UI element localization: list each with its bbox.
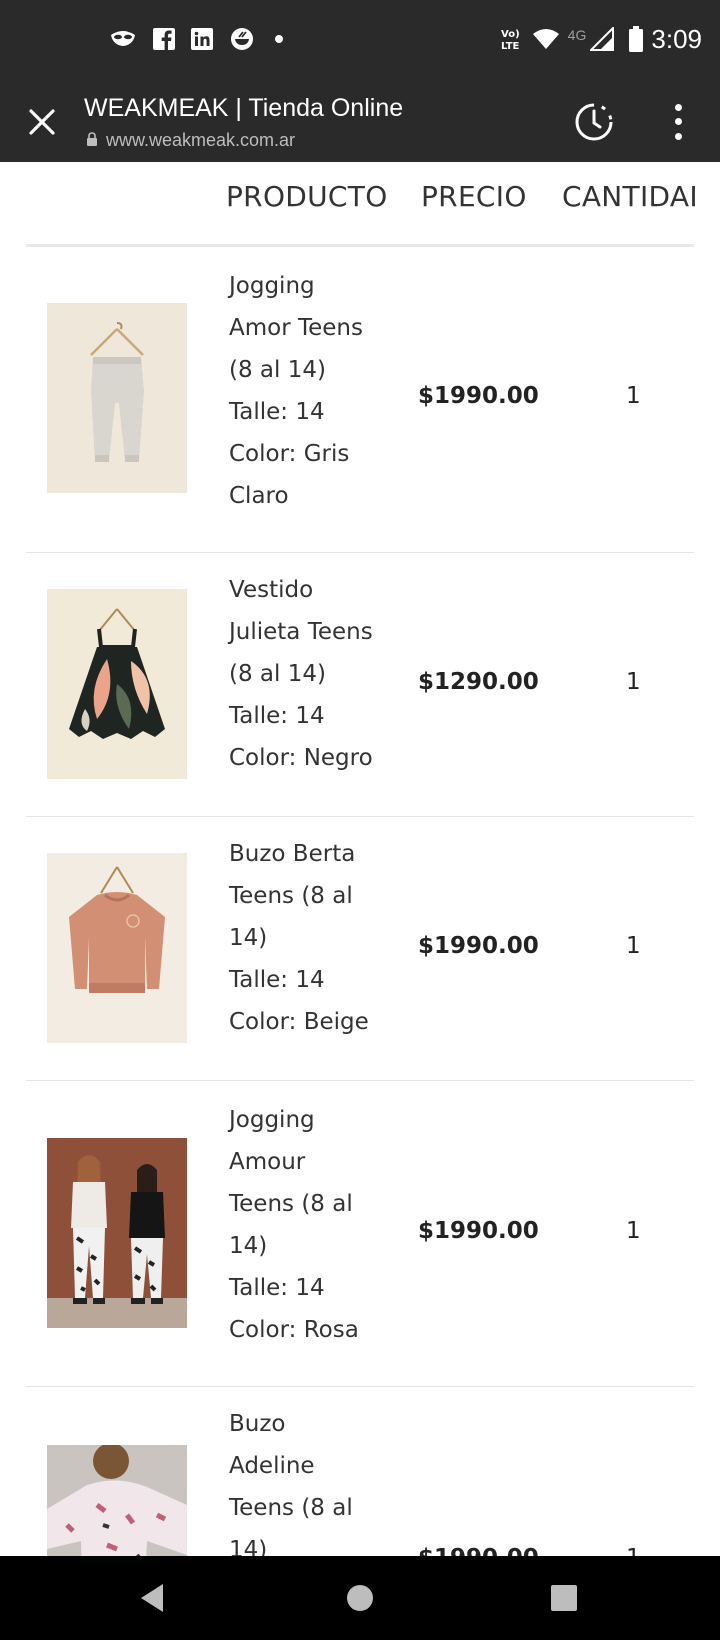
- desc-line: Color: Negro: [229, 745, 373, 771]
- item-price: $1990.00: [418, 383, 539, 409]
- header-product: PRODUCTO: [226, 180, 388, 213]
- desc-line: Jogging: [229, 273, 315, 299]
- close-icon[interactable]: [22, 102, 62, 142]
- desc-line: Julieta Teens: [229, 619, 373, 645]
- back-icon[interactable]: [130, 1576, 174, 1620]
- desc-line: 14): [229, 1233, 268, 1259]
- linkedin-icon: [190, 26, 214, 52]
- volte-icon: Vo) LTE: [497, 26, 525, 52]
- cart-row: Buzo Adeline Teens (8 al 14) $1990.00 1: [0, 1387, 720, 1556]
- item-quantity[interactable]: 1: [626, 383, 641, 409]
- product-image-printed-sweatshirt[interactable]: [47, 1445, 187, 1556]
- product-description: Buzo Adeline Teens (8 al 14): [229, 1403, 389, 1556]
- header-price: PRECIO: [421, 180, 527, 213]
- system-nav-bar: [0, 1556, 720, 1640]
- item-quantity[interactable]: 1: [626, 1545, 641, 1556]
- table-header: PRODUCTO PRECIO CANTIDAD: [0, 162, 720, 247]
- item-quantity[interactable]: 1: [626, 669, 641, 695]
- desc-line: 14): [229, 1537, 268, 1556]
- lock-icon: [86, 130, 98, 151]
- desc-line: Amour: [229, 1149, 306, 1175]
- cart-page: PRODUCTO PRECIO CANTIDAD Jogging Amor Te…: [0, 162, 720, 1556]
- desc-line: Color: Gris: [229, 441, 350, 467]
- item-price: $1290.00: [418, 669, 539, 695]
- item-quantity[interactable]: 1: [626, 1218, 641, 1244]
- desc-line: Talle: 14: [229, 399, 325, 425]
- product-description: Jogging Amor Teens (8 al 14) Talle: 14 C…: [229, 265, 389, 517]
- product-image-grey-jogging[interactable]: [47, 303, 187, 493]
- desc-line: Color: Rosa: [229, 1317, 359, 1343]
- desc-line: (8 al 14): [229, 661, 326, 687]
- network-type: 4G: [567, 27, 587, 43]
- home-icon[interactable]: [338, 1576, 382, 1620]
- more-options-icon[interactable]: [664, 100, 692, 144]
- cart-row: Buzo Berta Teens (8 al 14) Talle: 14 Col…: [0, 817, 720, 1081]
- desc-line: Buzo Berta: [229, 841, 356, 867]
- mask-icon: [108, 26, 138, 52]
- desc-line: Teens (8 al: [229, 883, 353, 909]
- desc-line: Talle: 14: [229, 703, 325, 729]
- battery-icon: [628, 26, 644, 52]
- cart-row: Jogging Amor Teens (8 al 14) Talle: 14 C…: [0, 247, 720, 553]
- product-image-sweatshirt[interactable]: [47, 853, 187, 1043]
- cart-row: Vestido Julieta Teens (8 al 14) Talle: 1…: [0, 553, 720, 817]
- header-quantity: CANTIDAD: [562, 180, 695, 213]
- item-price: $1990.00: [418, 1545, 539, 1556]
- product-description: Jogging Amour Teens (8 al 14) Talle: 14 …: [229, 1099, 389, 1351]
- desc-line: Color: Beige: [229, 1009, 369, 1035]
- svg-text:Vo): Vo): [501, 29, 520, 40]
- status-bar: Vo) LTE 4G 3:09: [0, 0, 720, 82]
- url-bar[interactable]: www.weakmeak.com.ar: [86, 130, 295, 151]
- desc-line: Teens (8 al: [229, 1191, 353, 1217]
- facebook-icon: [152, 26, 176, 52]
- item-quantity[interactable]: 1: [626, 933, 641, 959]
- svg-text:LTE: LTE: [501, 41, 520, 52]
- cart-row: Jogging Amour Teens (8 al 14) Talle: 14 …: [0, 1081, 720, 1387]
- desc-line: Vestido: [229, 577, 314, 603]
- bowl-icon: [229, 26, 255, 52]
- product-description: Vestido Julieta Teens (8 al 14) Talle: 1…: [229, 569, 389, 779]
- product-image-joggers-models[interactable]: [47, 1138, 187, 1328]
- wifi-icon: [532, 26, 560, 52]
- signal-icon: [590, 26, 614, 52]
- recents-icon[interactable]: [542, 1576, 586, 1620]
- custom-tab-toolbar: WEAKMEAK | Tienda Online www.weakmeak.co…: [0, 82, 720, 162]
- desc-line: Talle: 14: [229, 1275, 325, 1301]
- item-price: $1990.00: [418, 1218, 539, 1244]
- desc-line: Teens (8 al: [229, 1495, 353, 1521]
- product-image-dress[interactable]: [47, 589, 187, 779]
- desc-line: Claro: [229, 483, 289, 509]
- desc-line: Amor Teens: [229, 315, 363, 341]
- desc-line: 14): [229, 925, 268, 951]
- page-title: WEAKMEAK | Tienda Online: [84, 94, 404, 122]
- history-icon[interactable]: [570, 98, 618, 146]
- desc-line: Talle: 14: [229, 967, 325, 993]
- desc-line: (8 al 14): [229, 357, 326, 383]
- item-price: $1990.00: [418, 933, 539, 959]
- desc-line: Jogging: [229, 1107, 315, 1133]
- url-text: www.weakmeak.com.ar: [106, 130, 296, 150]
- product-description: Buzo Berta Teens (8 al 14) Talle: 14 Col…: [229, 833, 389, 1043]
- dot-icon: [274, 26, 284, 52]
- desc-line: Adeline: [229, 1453, 315, 1479]
- clock: 3:09: [651, 24, 702, 54]
- desc-line: Buzo: [229, 1411, 286, 1437]
